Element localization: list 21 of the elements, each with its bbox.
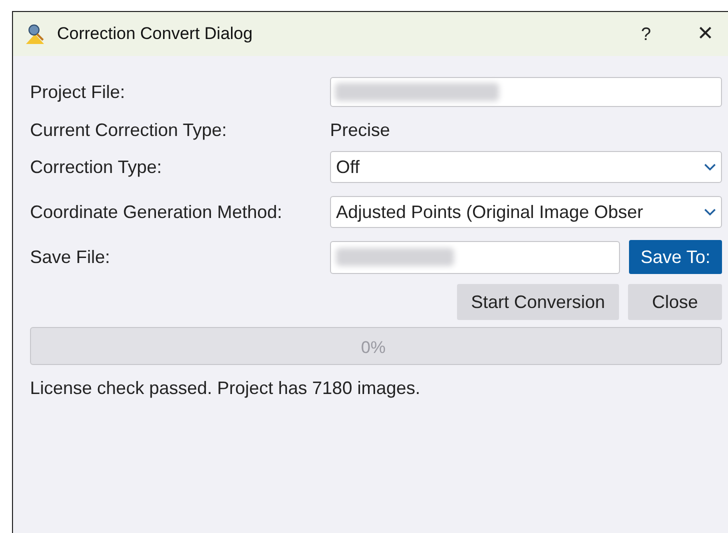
close-button[interactable]: ✕ xyxy=(697,19,714,49)
save-file-field[interactable] xyxy=(330,240,620,274)
chevron-down-icon xyxy=(704,163,716,171)
progress-reading: 0% xyxy=(361,337,386,359)
help-button[interactable]: ? xyxy=(640,20,651,48)
field-label: Project File: xyxy=(30,80,126,104)
field-label: Coordinate Generation Method: xyxy=(30,200,284,224)
project-file-field[interactable] xyxy=(330,77,722,107)
field-label: Save File: xyxy=(30,246,112,268)
start-conversion-button[interactable]: Start Conversion xyxy=(457,284,619,320)
close-dialog-button[interactable]: Close xyxy=(628,284,722,320)
status-message: License check passed. Project has 7180 images. xyxy=(30,377,422,400)
dropdown[interactable]: Off xyxy=(330,151,722,183)
field-label: Correction Type: xyxy=(30,156,163,179)
app-logo-icon xyxy=(23,22,47,46)
save-to-button[interactable]: Save To: xyxy=(629,240,722,274)
current-type-value: Precise xyxy=(330,118,390,142)
dropdown[interactable]: Adjusted Points (Original Image Obser xyxy=(330,196,722,228)
field-label: Current Correction Type: xyxy=(30,118,228,142)
window-title: Correction Convert Dialog xyxy=(57,23,253,46)
chevron-down-icon xyxy=(704,208,716,216)
